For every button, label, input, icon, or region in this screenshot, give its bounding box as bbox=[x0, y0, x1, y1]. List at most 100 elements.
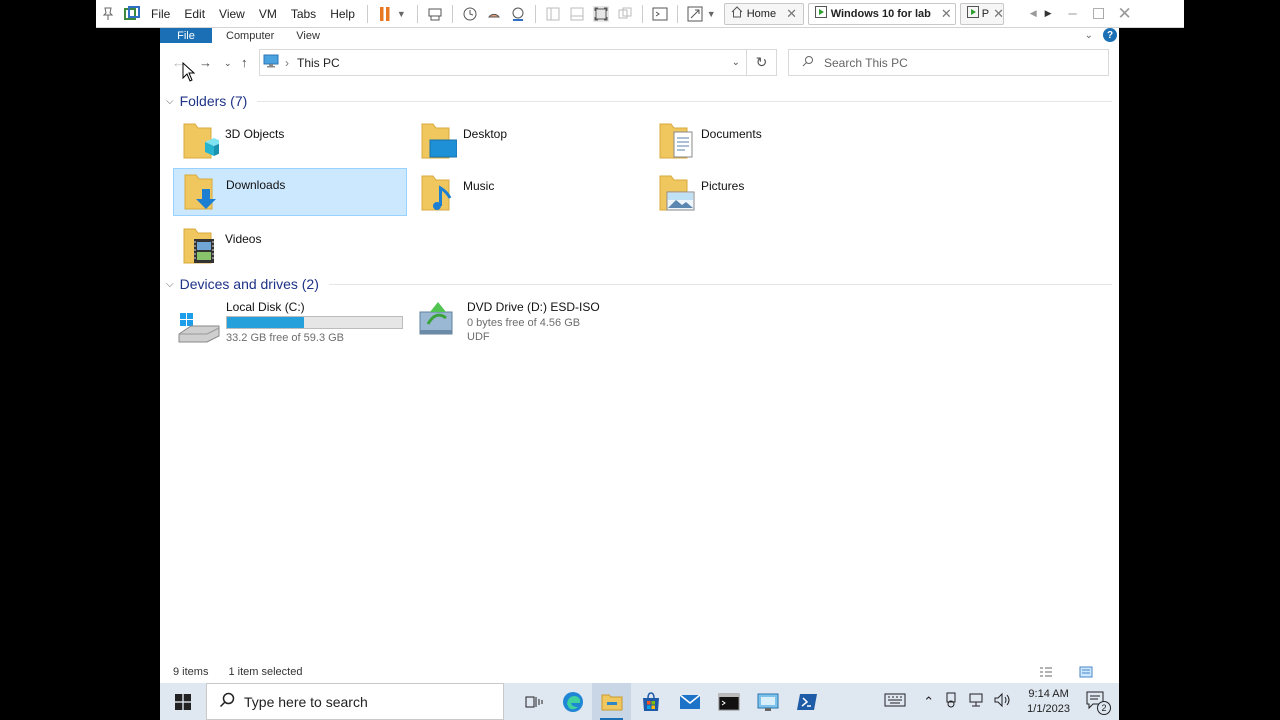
network-icon[interactable] bbox=[968, 692, 984, 711]
pause-icon[interactable] bbox=[377, 6, 393, 22]
console-icon[interactable] bbox=[652, 6, 668, 22]
revert-snapshot-icon[interactable] bbox=[486, 6, 502, 22]
show-library-icon[interactable] bbox=[545, 6, 561, 22]
keyboard-icon[interactable] bbox=[884, 693, 906, 710]
group-divider bbox=[257, 100, 1112, 102]
powershell-icon bbox=[796, 693, 817, 710]
volume-icon[interactable] bbox=[994, 692, 1012, 711]
tab-scroll-right-icon[interactable]: ▶ bbox=[1045, 8, 1052, 19]
taskbar-search-box[interactable]: Type here to search bbox=[206, 683, 504, 720]
file-explorer-button[interactable] bbox=[592, 683, 631, 720]
edge-button[interactable] bbox=[553, 683, 592, 720]
start-button[interactable] bbox=[160, 683, 206, 720]
folder-desktop[interactable]: Desktop bbox=[411, 118, 645, 166]
menu-vm[interactable]: VM bbox=[252, 7, 284, 21]
folder-music-icon bbox=[419, 172, 457, 214]
snapshot-icon[interactable] bbox=[462, 6, 478, 22]
refresh-button[interactable]: ↻ bbox=[747, 49, 777, 76]
menu-view[interactable]: View bbox=[212, 7, 252, 21]
up-arrow-icon[interactable]: ↑ bbox=[241, 55, 248, 70]
close-icon[interactable]: ✕ bbox=[941, 6, 952, 22]
drive-c-usage-fill bbox=[227, 317, 304, 328]
pause-dropdown-icon[interactable]: ▼ bbox=[397, 9, 406, 19]
expand-ribbon-icon[interactable]: ⌄ bbox=[1085, 30, 1093, 41]
folder-downloads[interactable]: Downloads bbox=[173, 168, 407, 216]
command-prompt-button[interactable] bbox=[709, 683, 748, 720]
mouse-cursor-icon bbox=[182, 62, 195, 82]
folder-downloads-icon bbox=[182, 171, 220, 213]
close-icon[interactable]: ✕ bbox=[993, 6, 1003, 22]
close-icon[interactable]: ✕ bbox=[786, 6, 797, 22]
toolbar-separator bbox=[451, 4, 453, 23]
folder-label: Documents bbox=[701, 127, 762, 141]
snapshot-manager-icon[interactable] bbox=[510, 6, 526, 22]
help-icon[interactable]: ? bbox=[1103, 28, 1117, 42]
ribbon-tab-computer[interactable]: Computer bbox=[226, 30, 274, 42]
folder-videos[interactable]: Videos bbox=[173, 223, 407, 271]
menu-edit[interactable]: Edit bbox=[177, 7, 212, 21]
folder-3d-objects[interactable]: 3D Objects bbox=[173, 118, 407, 166]
menu-help[interactable]: Help bbox=[323, 7, 362, 21]
home-icon bbox=[731, 6, 743, 21]
windows-logo-icon bbox=[175, 693, 191, 710]
powershell-button[interactable] bbox=[787, 683, 826, 720]
clock[interactable]: 9:14 AM 1/1/2023 bbox=[1027, 687, 1070, 717]
task-view-button[interactable] bbox=[514, 683, 553, 720]
ribbon: File Computer View ⌄ ? bbox=[160, 28, 1119, 43]
close-window-icon[interactable]: ✕ bbox=[1112, 4, 1138, 24]
thumbnail-bar-icon[interactable] bbox=[569, 6, 585, 22]
collapse-chevron-icon[interactable]: ⌵ bbox=[166, 279, 174, 290]
forward-arrow-icon[interactable]: → bbox=[199, 55, 212, 70]
drive-d-filesystem: UDF bbox=[467, 331, 490, 343]
large-icons-view-icon[interactable] bbox=[1079, 666, 1093, 681]
unity-icon[interactable] bbox=[617, 6, 633, 22]
notification-count-badge: 2 bbox=[1097, 701, 1111, 715]
drive-d[interactable]: DVD Drive (D:) ESD-ISO 0 bytes free of 4… bbox=[418, 300, 658, 352]
drives-group-header[interactable]: ⌵ Devices and drives (2) bbox=[166, 276, 1112, 292]
search-input[interactable]: Search This PC bbox=[788, 49, 1109, 76]
minimize-icon[interactable]: – bbox=[1060, 5, 1086, 22]
usb-device-icon[interactable] bbox=[944, 692, 958, 711]
maximize-icon[interactable]: ☐ bbox=[1086, 5, 1112, 23]
search-icon bbox=[802, 55, 814, 70]
item-count: 9 items bbox=[173, 666, 209, 678]
action-center-icon[interactable]: 2 bbox=[1085, 690, 1111, 715]
breadcrumb-this-pc[interactable]: This PC bbox=[297, 56, 340, 70]
menu-tabs[interactable]: Tabs bbox=[284, 7, 323, 21]
folder-documents[interactable]: Documents bbox=[649, 118, 883, 166]
drive-d-info: DVD Drive (D:) ESD-ISO 0 bytes free of 4… bbox=[467, 300, 600, 352]
folders-group-header[interactable]: ⌵ Folders (7) bbox=[166, 93, 1112, 109]
send-ctrl-alt-del-icon[interactable] bbox=[427, 6, 443, 22]
collapse-chevron-icon[interactable]: ⌵ bbox=[166, 96, 174, 107]
pin-icon[interactable] bbox=[100, 6, 116, 22]
tab-p-label: P bbox=[981, 7, 990, 20]
store-button[interactable] bbox=[631, 683, 670, 720]
ribbon-tab-file[interactable]: File bbox=[160, 28, 212, 43]
menu-file[interactable]: File bbox=[144, 7, 177, 21]
address-dropdown-icon[interactable]: ⌄ bbox=[732, 57, 740, 68]
windows-drive-icon bbox=[177, 300, 221, 344]
system-tray: ⌃ 9:14 AM 1/1/2023 2 bbox=[879, 683, 1119, 720]
tab-home[interactable]: Home ✕ bbox=[723, 2, 804, 25]
details-view-icon[interactable] bbox=[1039, 666, 1053, 681]
ribbon-tab-view[interactable]: View bbox=[296, 30, 320, 42]
folder-label: Downloads bbox=[226, 178, 286, 192]
folder-music[interactable]: Music bbox=[411, 170, 645, 218]
full-screen-icon[interactable] bbox=[592, 5, 609, 22]
show-hidden-icons-icon[interactable]: ⌃ bbox=[923, 694, 934, 710]
search-icon bbox=[219, 692, 235, 711]
refresh-icon: ↻ bbox=[755, 54, 768, 70]
folder-pictures[interactable]: Pictures bbox=[649, 170, 883, 218]
mail-button[interactable] bbox=[670, 683, 709, 720]
tab-p[interactable]: P ✕ bbox=[959, 2, 1004, 25]
vm-running-icon bbox=[814, 6, 827, 21]
remote-desktop-button[interactable] bbox=[748, 683, 787, 720]
tab-scroll-left-icon[interactable]: ◀ bbox=[1030, 8, 1037, 19]
recent-locations-icon[interactable]: ⌄ bbox=[224, 58, 232, 69]
tab-windows-10-for-lab[interactable]: Windows 10 for lab ✕ bbox=[807, 2, 956, 25]
stretch-dropdown-icon[interactable]: ▼ bbox=[707, 9, 716, 19]
stretch-icon[interactable] bbox=[687, 6, 703, 22]
screen: File Edit View VM Tabs Help ▼ ▼ Home ✕ W… bbox=[0, 0, 1280, 720]
address-bar[interactable]: › This PC ⌄ bbox=[259, 49, 747, 76]
drive-c[interactable]: Local Disk (C:) 33.2 GB free of 59.3 GB bbox=[177, 300, 417, 352]
